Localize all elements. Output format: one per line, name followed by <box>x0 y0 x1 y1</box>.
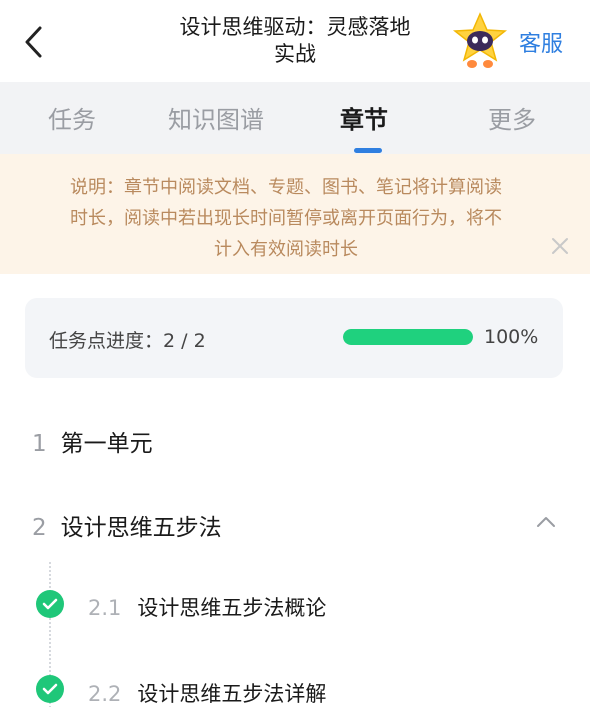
notice-line1: 说明：章节中阅读文档、专题、图书、笔记将计算阅读 <box>70 177 502 198</box>
progress-bar-fill <box>343 329 473 345</box>
reading-time-notice: 说明：章节中阅读文档、专题、图书、笔记将计算阅读 时长，阅读中若出现长时间暂停或… <box>0 154 590 274</box>
close-notice-button[interactable] <box>548 234 572 258</box>
notice-text: 说明：章节中阅读文档、专题、图书、笔记将计算阅读 时长，阅读中若出现长时间暂停或… <box>26 172 546 265</box>
section-number: 2.1 <box>88 596 122 620</box>
tab-chapters[interactable]: 章节 <box>340 100 388 135</box>
active-tab-indicator <box>354 148 382 153</box>
task-progress-label: 任务点进度：2 / 2 <box>49 330 206 352</box>
task-progress-card: 任务点进度：2 / 2 100% <box>25 298 563 378</box>
notice-line3: 计入有效阅读时长 <box>214 239 358 260</box>
tab-more[interactable]: 更多 <box>488 100 536 135</box>
progress-percent: 100% <box>484 326 539 348</box>
chapter-title: 第一单元 <box>60 431 153 457</box>
section-number: 2.2 <box>88 682 122 706</box>
section-title: 设计思维五步法详解 <box>137 682 327 706</box>
chapter-number: 2 <box>32 515 47 541</box>
chevron-left-icon <box>25 26 42 58</box>
section-item[interactable]: 2.1 设计思维五步法概论 <box>88 592 326 622</box>
close-icon <box>552 238 568 254</box>
chevron-up-icon <box>537 517 555 527</box>
chapter-item[interactable]: 1 第一单元 <box>32 424 153 458</box>
top-bar: 设计思维驱动：灵感落地 实战 客服 <box>0 0 590 82</box>
tab-knowledge-graph[interactable]: 知识图谱 <box>168 100 264 135</box>
chapter-number: 1 <box>32 431 47 457</box>
chapter-title: 设计思维五步法 <box>60 515 222 541</box>
chapter-item[interactable]: 2 设计思维五步法 <box>32 508 222 542</box>
back-button[interactable] <box>18 22 52 62</box>
section-title: 设计思维五步法概论 <box>137 596 327 620</box>
notice-line2: 时长，阅读中若出现长时间暂停或离开页面行为，将不 <box>70 208 502 229</box>
page-title-line1: 设计思维驱动：灵感落地 <box>179 15 411 39</box>
completed-check-icon <box>36 590 64 618</box>
page-title-line2: 实战 <box>274 42 316 66</box>
section-item[interactable]: 2.2 设计思维五步法详解 <box>88 678 326 707</box>
completed-check-icon <box>36 675 64 703</box>
collapse-chapter-button[interactable] <box>534 512 558 532</box>
tab-bar: 任务 知识图谱 章节 更多 <box>0 82 590 154</box>
star-mascot-icon[interactable] <box>452 12 508 70</box>
customer-service-button[interactable]: 客服 <box>519 26 563 58</box>
tab-tasks[interactable]: 任务 <box>48 100 96 135</box>
page-title: 设计思维驱动：灵感落地 实战 <box>160 14 430 68</box>
progress-bar <box>343 329 473 345</box>
